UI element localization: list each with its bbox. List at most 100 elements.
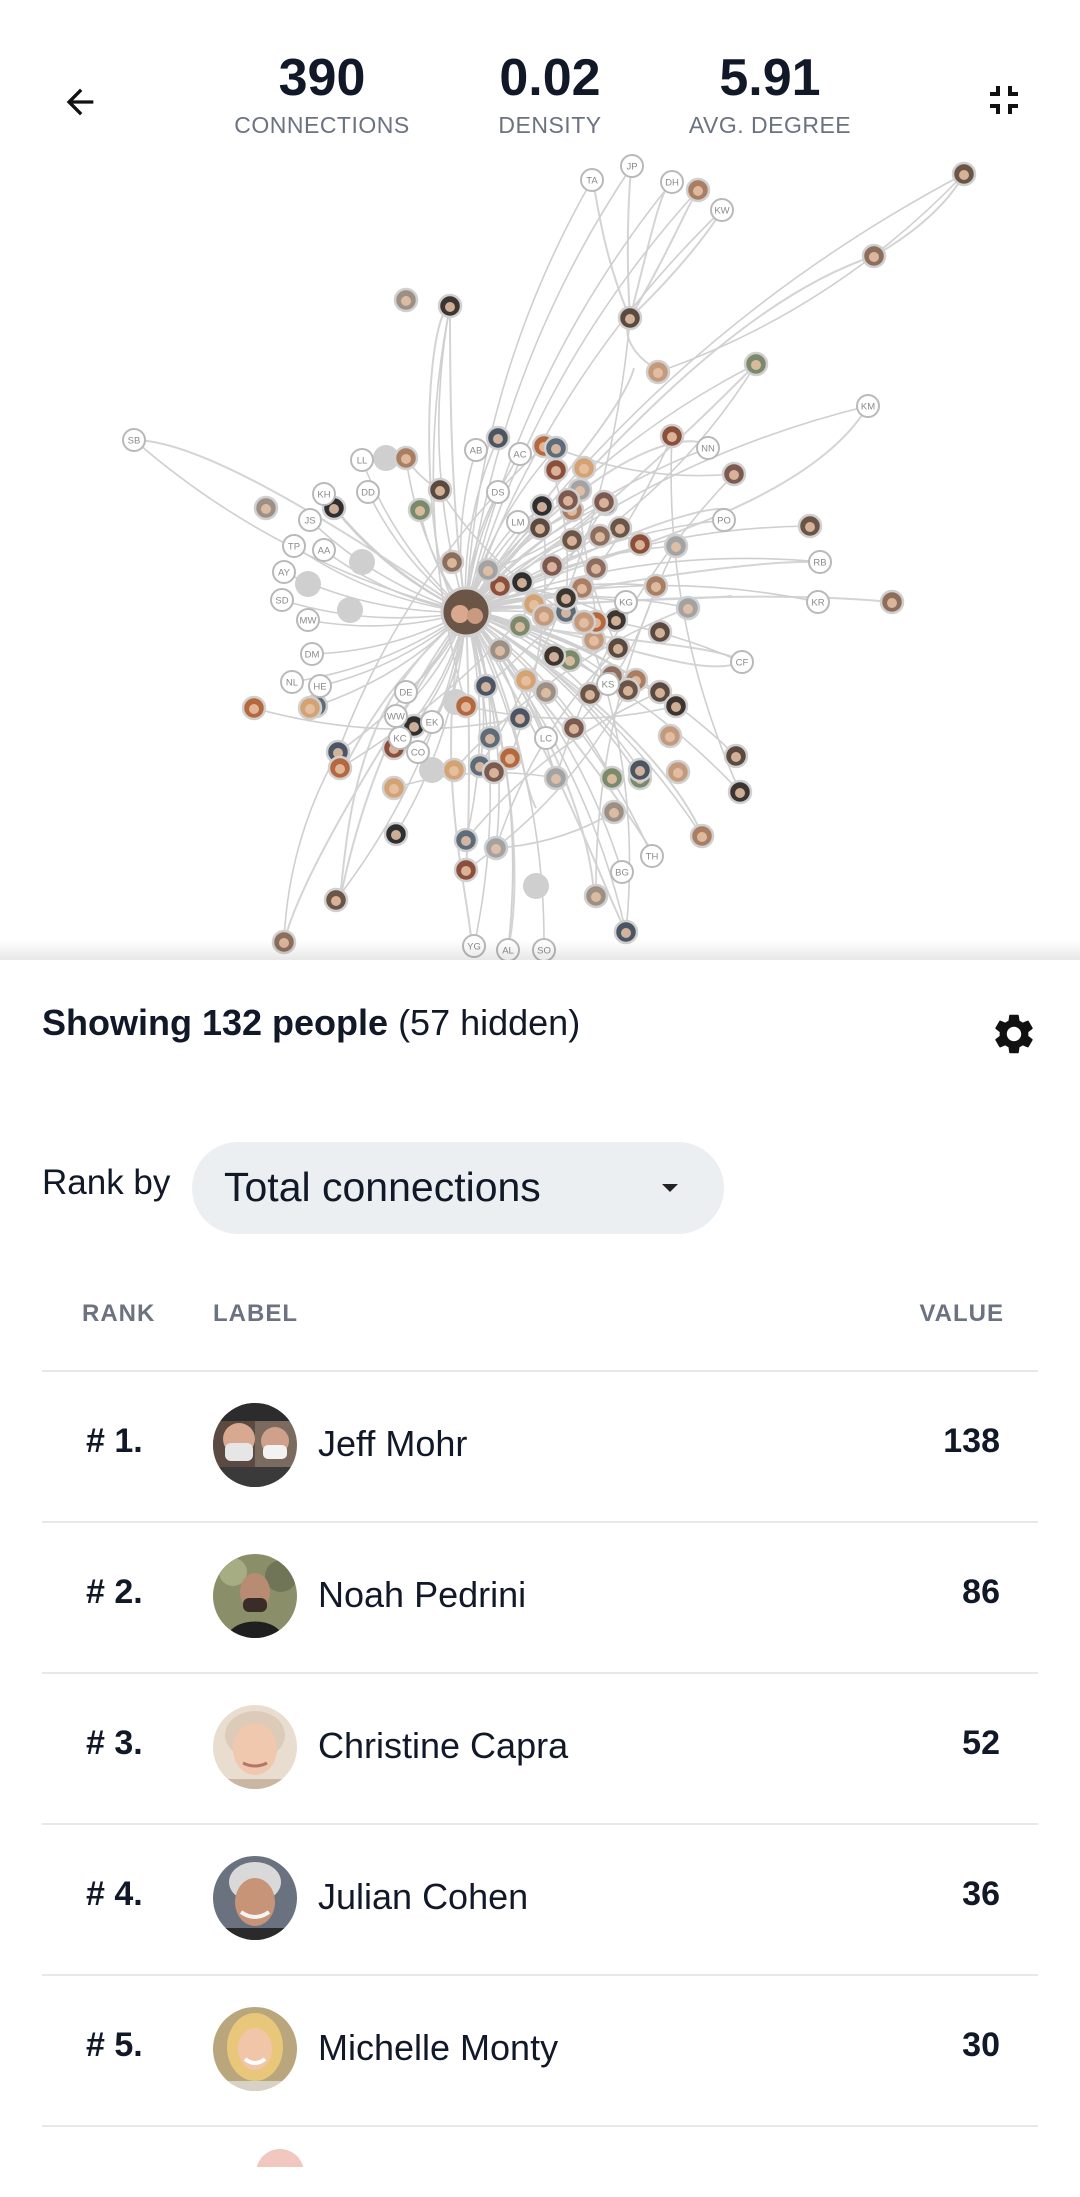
graph-node-initials: LC <box>534 726 558 750</box>
graph-node-label: CF <box>736 658 749 669</box>
column-value[interactable]: VALUE <box>919 1300 1004 1328</box>
graph-node <box>473 673 499 699</box>
row-value: 52 <box>962 1724 1000 1762</box>
stat-label: DENSITY <box>498 112 602 138</box>
graph-node <box>453 827 479 853</box>
graph-node-initials: NN <box>696 436 720 460</box>
table-row[interactable]: # 1. Jeff Mohr 138 <box>42 1370 1038 1521</box>
graph-node-label: LL <box>357 456 368 467</box>
rank-by-label: Rank by <box>42 1163 171 1202</box>
table-header: RANK LABEL VALUE <box>42 1300 1038 1332</box>
graph-node-initials: JS <box>298 508 322 532</box>
stat-value: 0.02 <box>499 49 601 107</box>
graph-node <box>393 287 419 313</box>
graph-node-label: KM <box>861 402 875 413</box>
stat-label: AVG. DEGREE <box>688 112 852 138</box>
column-label[interactable]: LABEL <box>213 1300 298 1328</box>
table-row[interactable]: # 2. Noah Pedrini 86 <box>42 1521 1038 1672</box>
graph-node-label: JS <box>304 516 315 527</box>
graph-node <box>383 821 409 847</box>
graph-node-initials: CO <box>406 740 430 764</box>
graph-node-label: TP <box>288 542 300 553</box>
ranking-panel: Showing 132 people (57 hidden) Rank by T… <box>0 960 1080 2197</box>
graph-node-initials: MW <box>296 608 320 632</box>
graph-node <box>571 455 597 481</box>
graph-node <box>477 725 503 751</box>
graph-node-label: PO <box>717 516 731 527</box>
graph-node-initials: TH <box>640 844 664 868</box>
graph-node-initials: TP <box>282 534 306 558</box>
graph-node <box>327 755 353 781</box>
graph-node-initials: CF <box>730 650 754 674</box>
graph-node <box>617 305 643 331</box>
graph-node-label: WW <box>387 712 405 723</box>
row-value: 36 <box>962 1875 1000 1913</box>
collapse-button[interactable] <box>970 66 1038 134</box>
graph-node <box>337 597 363 623</box>
graph-edge <box>465 173 965 613</box>
graph-node-label: AB <box>470 446 483 457</box>
row-name: Noah Pedrini <box>318 1574 527 1615</box>
graph-node-label: SB <box>128 436 141 447</box>
avatar <box>256 2149 304 2167</box>
graph-node <box>295 571 321 597</box>
graph-node <box>645 359 671 385</box>
graph-node <box>541 643 567 669</box>
graph-node-label: KR <box>811 598 824 609</box>
graph-node-initials: LL <box>350 448 374 472</box>
graph-node <box>721 461 747 487</box>
graph-node-initials: SD <box>270 588 294 612</box>
graph-node <box>587 523 613 549</box>
graph-node <box>481 759 507 785</box>
graph-node-initials: SB <box>122 428 146 452</box>
graph-node <box>323 887 349 913</box>
network-graph[interactable]: TA JP DH KW KM SB NN AB AC LL KH DD DS LM JS PO TP AA AY RB… <box>0 0 1080 960</box>
column-rank[interactable]: RANK <box>82 1300 155 1328</box>
graph-node <box>559 527 585 553</box>
graph-node-initials: DE <box>394 680 418 704</box>
table-row[interactable]: # 5. Michelle Monty 30 <box>42 1974 1038 2125</box>
graph-node-initials: KR <box>806 590 830 614</box>
row-rank: # 2. <box>86 1573 143 1611</box>
graph-node <box>861 243 887 269</box>
graph-node-label: BG <box>615 868 629 879</box>
hidden-count: (57 hidden) <box>388 1002 581 1043</box>
ranking-list: # 1. Jeff Mohr 138 # 2. Noah Pedrini 86 … <box>42 1370 1038 2167</box>
graph-node <box>437 293 463 319</box>
graph-node <box>527 515 553 541</box>
graph-node-label: AA <box>318 546 331 557</box>
rank-by-value: Total connections <box>224 1164 541 1210</box>
graph-node <box>297 695 323 721</box>
graph-node <box>485 425 511 451</box>
graph-node <box>533 679 559 705</box>
graph-node-initials: DD <box>356 480 380 504</box>
graph-node <box>561 715 587 741</box>
graph-node-label: KW <box>714 206 729 217</box>
graph-node-label: KG <box>619 598 633 609</box>
graph-node <box>349 549 375 575</box>
rank-by-select[interactable]: Total connections <box>192 1142 724 1234</box>
graph-node <box>483 835 509 861</box>
row-value: 86 <box>962 1573 1000 1611</box>
stat-avg-degree: 5.91 AVG. DEGREE <box>680 46 860 140</box>
graph-node <box>675 595 701 621</box>
graph-node-label: LC <box>540 734 552 745</box>
graph-node-initials: AA <box>312 538 336 562</box>
table-row[interactable]: # 4. Julian Cohen 36 <box>42 1823 1038 1974</box>
graph-node-initials: KM <box>856 394 880 418</box>
graph-node <box>607 515 633 541</box>
stat-value: 5.91 <box>719 49 821 107</box>
graph-node <box>393 445 419 471</box>
table-row[interactable]: # 3. Christine Capra 52 <box>42 1672 1038 1823</box>
stat-label: CONNECTIONS <box>234 112 410 138</box>
row-name: Jeff Mohr <box>318 1423 468 1464</box>
graph-node <box>663 533 689 559</box>
settings-button[interactable] <box>986 1006 1042 1062</box>
graph-node-initials: BG <box>610 860 634 884</box>
graph-node-label: HE <box>313 682 326 693</box>
showing-summary: Showing 132 people (57 hidden) <box>42 1002 580 1044</box>
graph-node <box>685 177 711 203</box>
graph-node-label: TH <box>646 852 659 863</box>
table-row[interactable] <box>42 2125 1038 2167</box>
avatar <box>213 1403 297 1487</box>
